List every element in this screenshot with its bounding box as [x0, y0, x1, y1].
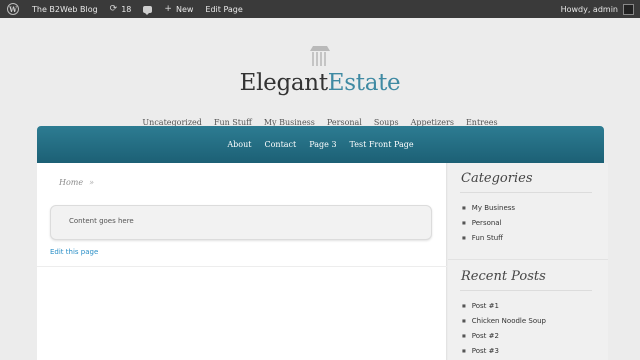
wordpress-menu[interactable]: W: [0, 0, 26, 18]
category-fun-stuff[interactable]: Fun Stuff: [462, 230, 515, 245]
main-content: Home » Content goes here Edit this page: [37, 163, 447, 360]
categories-widget-title: Categories: [461, 171, 533, 186]
category-personal[interactable]: Personal: [462, 215, 515, 230]
site-name: The B2Web Blog: [32, 4, 98, 14]
updates-icon: ⟳: [109, 4, 118, 14]
recent-posts-widget-title: Recent Posts: [461, 269, 546, 284]
recent-posts-list: Post #1 Chicken Noodle Soup Post #2 Post…: [462, 298, 546, 358]
breadcrumb-home[interactable]: Home: [59, 178, 83, 187]
sidebar-separator: [448, 259, 608, 260]
my-account-menu[interactable]: Howdy, admin: [561, 0, 634, 18]
recent-post-3[interactable]: Post #3: [462, 343, 546, 358]
updates-link[interactable]: ⟳ 18: [104, 0, 138, 18]
admin-bar: W The B2Web Blog ⟳ 18 + New Edit Page Ho…: [0, 0, 640, 18]
widget-divider: [460, 290, 592, 291]
page-nav-page-3[interactable]: Page 3: [309, 140, 336, 149]
comments-link[interactable]: [137, 0, 158, 18]
page-nav-test-front-page[interactable]: Test Front Page: [350, 140, 414, 149]
page-nav: About Contact Page 3 Test Front Page: [37, 126, 604, 163]
recent-post-1[interactable]: Post #1: [462, 298, 546, 313]
site-header: ElegantEstate: [0, 40, 640, 96]
house-logo-icon: [310, 46, 330, 68]
categories-list: My Business Personal Fun Stuff: [462, 200, 515, 245]
category-my-business[interactable]: My Business: [462, 200, 515, 215]
site-logo[interactable]: ElegantEstate: [0, 70, 640, 96]
new-content-link[interactable]: + New: [158, 0, 199, 18]
logo-first-word: Elegant: [239, 70, 328, 96]
updates-count: 18: [121, 4, 132, 14]
edit-page-link[interactable]: Edit Page: [199, 0, 248, 18]
breadcrumb: Home »: [59, 178, 94, 187]
page-nav-contact[interactable]: Contact: [264, 140, 296, 149]
logo-second-word: Estate: [327, 70, 401, 96]
howdy-text: Howdy, admin: [560, 4, 618, 14]
wordpress-logo-icon: W: [7, 3, 19, 15]
content-box: Content goes here: [50, 205, 432, 240]
site-name-link[interactable]: The B2Web Blog: [26, 0, 104, 18]
recent-post-2[interactable]: Post #2: [462, 328, 546, 343]
sidebar: Categories My Business Personal Fun Stuf…: [448, 163, 608, 360]
avatar: [623, 3, 634, 15]
edit-page-label: Edit Page: [205, 4, 243, 14]
breadcrumb-separator: »: [89, 178, 95, 187]
new-label: New: [175, 4, 194, 14]
content-text: Content goes here: [69, 217, 134, 225]
page-nav-about[interactable]: About: [227, 140, 251, 149]
widget-divider: [460, 192, 592, 193]
edit-this-page-link[interactable]: Edit this page: [50, 248, 98, 256]
recent-post-chicken-noodle-soup[interactable]: Chicken Noodle Soup: [462, 313, 546, 328]
plus-icon: +: [164, 4, 172, 14]
content-divider: [37, 266, 447, 267]
comment-icon: [143, 5, 153, 15]
